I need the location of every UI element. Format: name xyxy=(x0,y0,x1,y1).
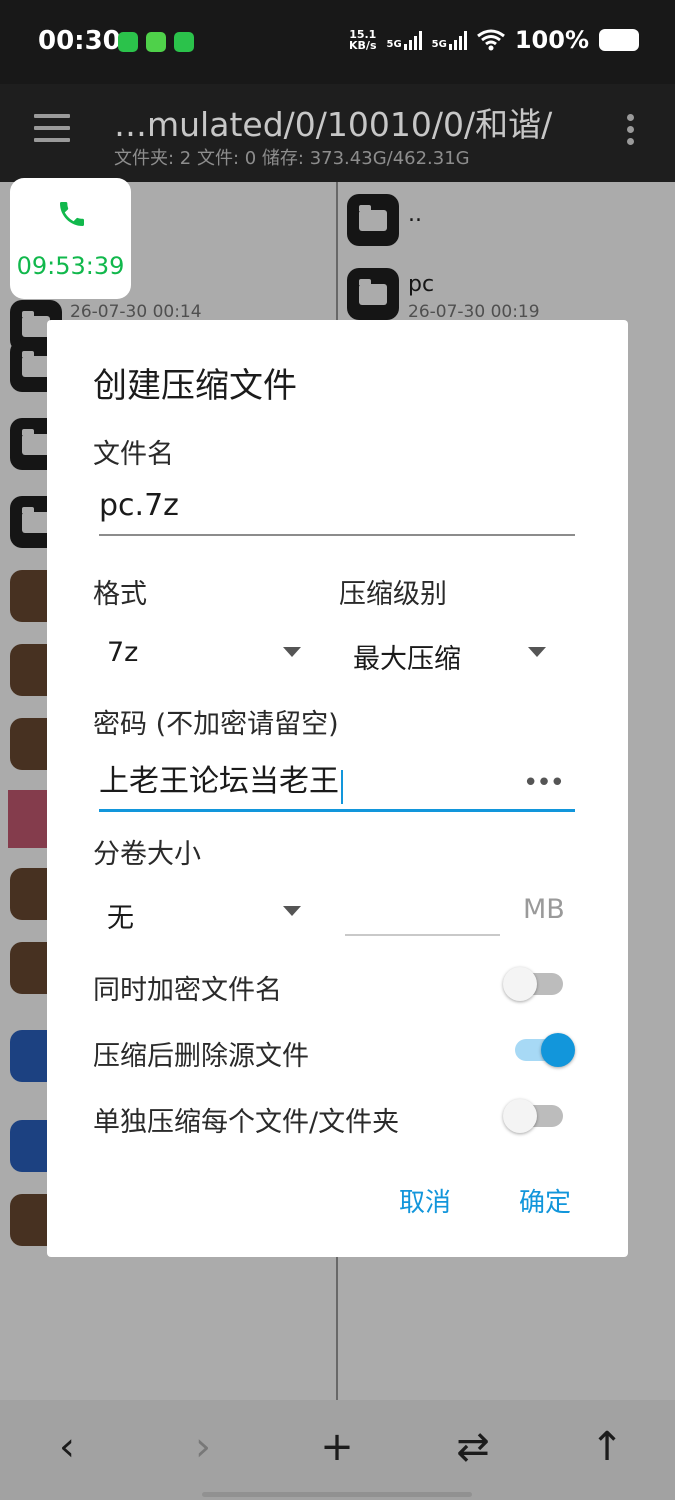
filename-label: 文件名 xyxy=(93,439,174,470)
network-speed-unit: KB/s xyxy=(349,39,377,52)
password-value: 上老王论坛当老王 xyxy=(99,764,339,799)
app-toolbar: …mulated/0/10010/0/和谐/ 文件夹: 2 文件: 0 储存: … xyxy=(0,84,675,182)
encrypt-filenames-label: 同时加密文件名 xyxy=(93,975,282,1006)
password-label: 密码 (不加密请留空) xyxy=(93,709,339,740)
volume-size-label: 分卷大小 xyxy=(93,839,201,870)
battery-percent: 100% xyxy=(514,26,589,54)
current-path: …mulated/0/10010/0/和谐/ xyxy=(114,105,553,144)
ongoing-call-widget[interactable]: 09:53:39 xyxy=(10,178,131,299)
switch-thumb xyxy=(541,1033,575,1067)
format-value: 7z xyxy=(107,637,139,668)
wechat-icon xyxy=(174,32,194,52)
status-indicators: 15.1 KB/s 5G 5G 100% xyxy=(349,26,639,54)
volume-size-value: 无 xyxy=(107,903,134,934)
sim1-label: 5G xyxy=(386,39,402,50)
call-timer: 09:53:39 xyxy=(16,252,125,280)
filename-input[interactable]: pc.7z xyxy=(99,488,575,536)
battery-icon xyxy=(599,29,639,51)
switch-thumb xyxy=(503,1099,537,1133)
notification-icons xyxy=(118,32,194,52)
signal-icon xyxy=(448,30,467,50)
text-cursor xyxy=(341,769,343,804)
volume-size-unit: MB xyxy=(523,894,565,925)
password-visibility-icon[interactable]: ••• xyxy=(523,768,565,798)
confirm-button[interactable]: 确定 xyxy=(519,1182,571,1219)
wifi-icon xyxy=(476,29,505,51)
phone-icon xyxy=(60,202,84,226)
messaging-app-icon xyxy=(118,32,138,52)
dialog-title: 创建压缩文件 xyxy=(93,366,297,406)
sim1-signal: 5G xyxy=(387,30,422,50)
status-time: 00:30 xyxy=(38,26,121,56)
compression-level-value: 最大压缩 xyxy=(353,644,461,675)
switch-thumb xyxy=(503,967,537,1001)
compression-level-label: 压缩级别 xyxy=(339,579,447,610)
dropdown-arrow-icon xyxy=(283,647,301,657)
dropdown-arrow-icon xyxy=(283,906,301,916)
kook-app-icon xyxy=(146,32,166,52)
sim2-label: 5G xyxy=(431,39,447,50)
filename-value: pc.7z xyxy=(99,488,179,523)
volume-size-input[interactable] xyxy=(345,896,500,936)
delete-source-label: 压缩后删除源文件 xyxy=(93,1041,309,1072)
signal-icon xyxy=(403,30,422,50)
compress-separately-label: 单独压缩每个文件/文件夹 xyxy=(93,1107,400,1138)
menu-icon[interactable] xyxy=(34,114,70,142)
password-input[interactable]: 上老王论坛当老王 xyxy=(99,756,575,812)
sim2-signal: 5G xyxy=(432,30,467,50)
format-label: 格式 xyxy=(93,579,147,610)
status-bar: 00:30 15.1 KB/s 5G 5G 100% xyxy=(0,0,675,84)
folder-info: 文件夹: 2 文件: 0 储存: 373.43G/462.31G xyxy=(114,148,470,169)
cancel-button[interactable]: 取消 xyxy=(399,1182,451,1219)
create-archive-dialog: 创建压缩文件 文件名 pc.7z 格式 压缩级别 7z 最大压缩 密码 (不加密… xyxy=(47,320,628,1257)
more-options-icon[interactable] xyxy=(622,114,638,146)
network-speed: 15.1 KB/s xyxy=(349,29,376,51)
dropdown-arrow-icon xyxy=(528,647,546,657)
